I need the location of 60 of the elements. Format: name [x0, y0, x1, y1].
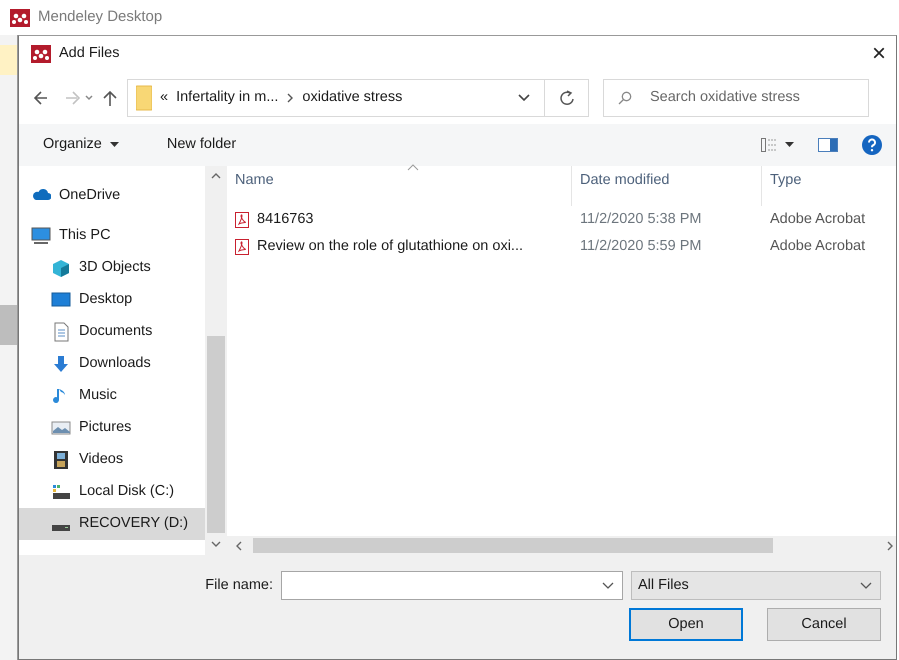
help-icon: [862, 135, 882, 155]
drive-icon: [52, 524, 70, 530]
app-logo-icon: [31, 45, 51, 63]
view-options-button[interactable]: [761, 138, 794, 152]
column-header[interactable]: Type: [762, 166, 896, 206]
file-name-field[interactable]: [281, 571, 623, 600]
column-header[interactable]: Name: [227, 166, 572, 206]
search-icon: [618, 91, 632, 105]
caret-down-icon: [110, 142, 119, 148]
nav-item[interactable]: Desktop: [19, 284, 205, 316]
preview-pane-icon: [818, 138, 838, 152]
vertical-scrollbar[interactable]: [205, 166, 227, 555]
chevron-down-icon: [860, 582, 872, 590]
breadcrumb[interactable]: Infertality in m...: [176, 87, 278, 109]
details-view-icon: [761, 138, 777, 152]
nav-item[interactable]: Music: [19, 380, 205, 412]
organize-menu-button[interactable]: Organize: [43, 134, 119, 156]
refresh-icon: [560, 90, 574, 106]
nav-item[interactable]: Videos: [19, 444, 205, 476]
pdf-file-icon: [235, 238, 249, 254]
nav-item[interactable]: 3D Objects: [19, 252, 205, 284]
column-header[interactable]: Date modified: [572, 166, 762, 206]
film-icon: [51, 450, 71, 470]
app-logo-icon: [10, 8, 30, 26]
nav-item[interactable]: RECOVERY (D:): [19, 508, 205, 540]
preview-pane-button[interactable]: [818, 138, 838, 152]
nav-item[interactable]: Downloads: [19, 348, 205, 380]
help-button[interactable]: [862, 135, 882, 155]
open-button[interactable]: Open: [629, 608, 743, 641]
pdf-file-icon: [235, 212, 249, 228]
breadcrumb-overflow[interactable]: «: [160, 87, 168, 109]
file-type-dropdown[interactable]: All Files: [631, 571, 881, 600]
horizontal-scrollbar[interactable]: [227, 536, 896, 555]
caret-down-icon: [785, 142, 794, 148]
nav-item[interactable]: Documents: [19, 316, 205, 348]
dialog-title: Add Files: [59, 44, 120, 64]
search-box[interactable]: Search oxidative stress: [603, 79, 869, 117]
chevron-down-icon[interactable]: [518, 93, 530, 103]
app-title: Mendeley Desktop: [38, 7, 162, 28]
folder-icon: [136, 85, 152, 111]
monitor-icon: [31, 226, 51, 246]
toolbar-button[interactable]: New folder: [166, 134, 236, 156]
download-arrow-icon: [51, 354, 71, 374]
breadcrumb[interactable]: oxidative stress: [302, 87, 402, 109]
nav-item[interactable]: Pictures: [19, 412, 205, 444]
address-bar[interactable]: « Infertality in m... oxidative stress: [127, 79, 545, 117]
close-button[interactable]: ×: [862, 42, 896, 66]
chevron-right-icon: [286, 92, 294, 104]
cancel-button[interactable]: Cancel: [767, 608, 881, 641]
nav-item[interactable]: OneDrive: [19, 180, 205, 212]
nav-item[interactable]: This PC: [19, 220, 205, 252]
refresh-button[interactable]: [545, 79, 589, 117]
file-row[interactable]: 8416763 11/2/2020 5:38 PM Adobe Acrobat: [227, 206, 896, 233]
nav-item[interactable]: Local Disk (C:): [19, 476, 205, 508]
drive-icon: [51, 482, 71, 502]
search-input[interactable]: Search oxidative stress: [648, 86, 868, 110]
chevron-down-icon: [602, 582, 614, 590]
file-row[interactable]: Review on the role of glutathione on oxi... 11/2/2020 5:59 PM Adobe Acrobat: [227, 233, 896, 260]
cube-icon: [51, 258, 71, 278]
field-label: File name:: [205, 576, 273, 595]
